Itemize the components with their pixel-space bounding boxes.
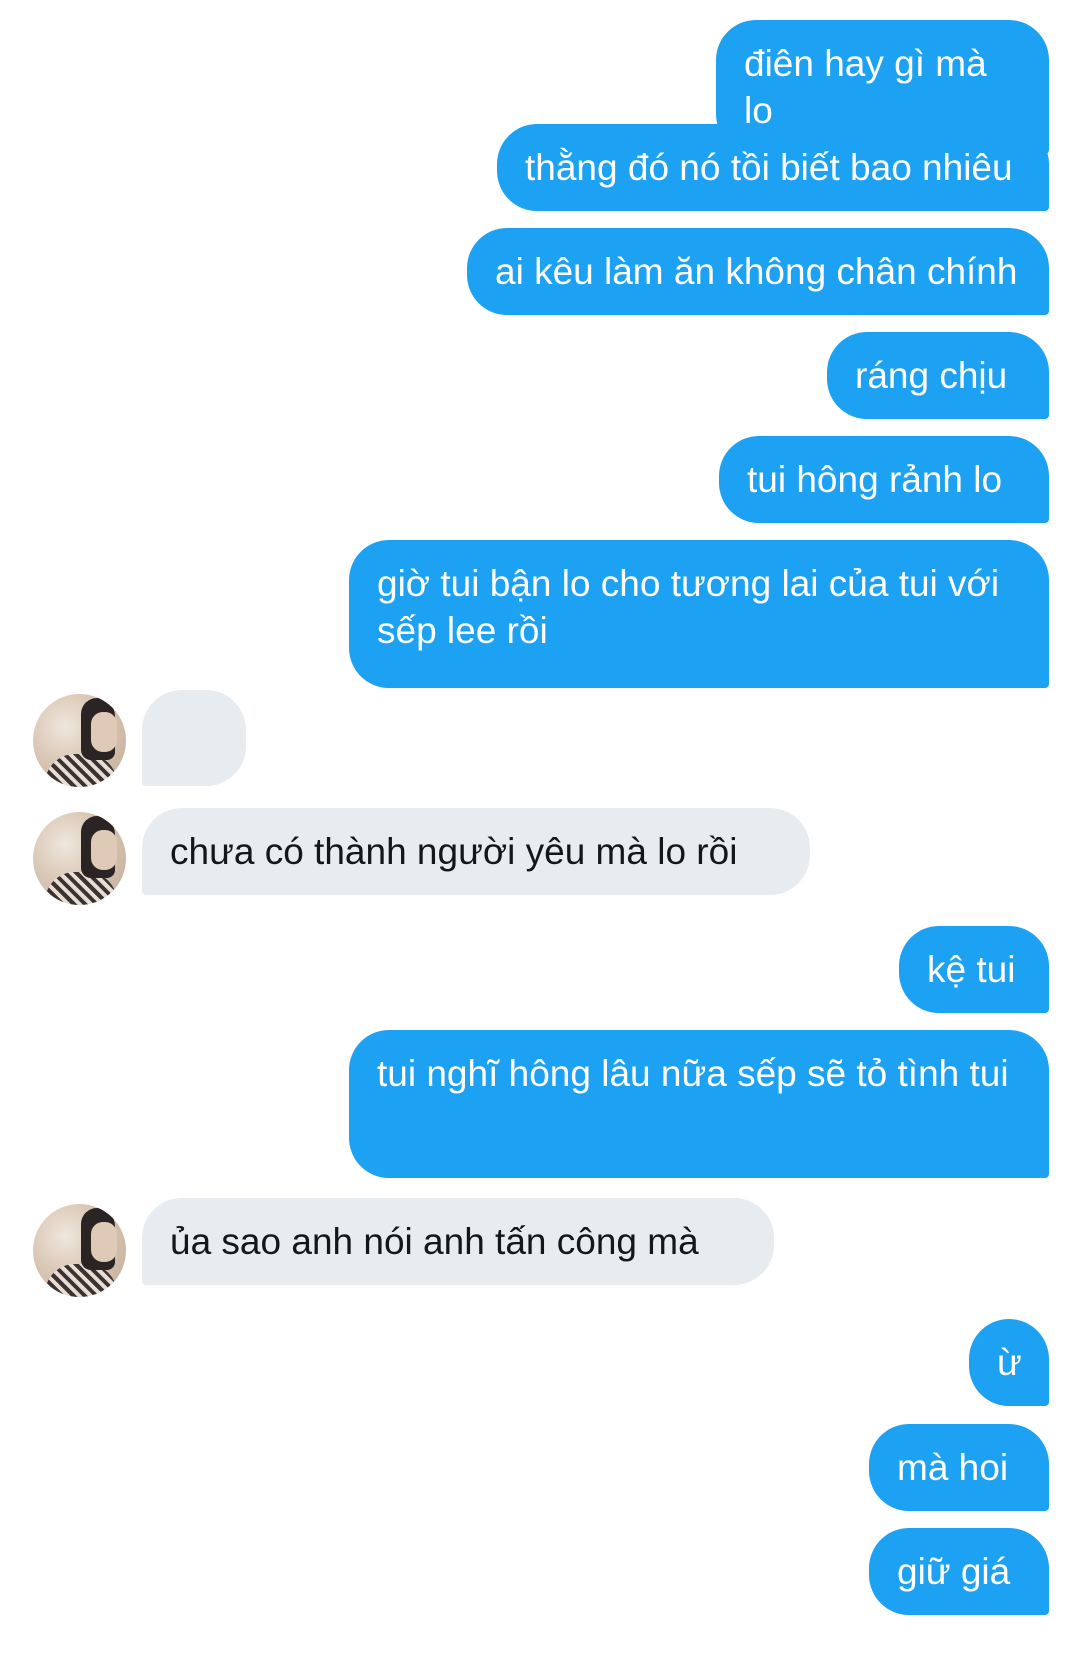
avatar-face <box>91 712 117 752</box>
outgoing-message[interactable]: mà hoi <box>869 1424 1049 1511</box>
outgoing-message[interactable]: kệ tui <box>899 926 1049 1013</box>
contact-avatar[interactable] <box>33 1204 126 1297</box>
contact-avatar[interactable] <box>33 694 126 787</box>
outgoing-message[interactable]: ai kêu làm ăn không chân chính <box>467 228 1049 315</box>
avatar-face <box>91 1222 117 1262</box>
outgoing-message[interactable]: giữ giá <box>869 1528 1049 1615</box>
incoming-message[interactable] <box>142 690 246 861</box>
outgoing-message[interactable]: giờ tui bận lo cho tương lai của tui với… <box>349 540 1049 688</box>
outgoing-message[interactable]: thằng đó nó tồi biết bao nhiêu <box>497 124 1049 211</box>
outgoing-message[interactable]: tui hông rảnh lo <box>719 436 1049 523</box>
outgoing-message[interactable]: ráng chịu <box>827 332 1049 419</box>
contact-avatar[interactable] <box>33 812 126 905</box>
outgoing-message[interactable]: tui nghĩ hông lâu nữa sếp sẽ tỏ tình tui <box>349 1030 1049 1178</box>
outgoing-message[interactable]: ừ <box>969 1319 1049 1406</box>
avatar-face <box>91 830 117 870</box>
incoming-message[interactable]: ủa sao anh nói anh tấn công mà <box>142 1198 774 1285</box>
message-thread: điên hay gì mà lo thằng đó nó tồi biết b… <box>0 0 1080 1679</box>
incoming-message[interactable]: chưa có thành người yêu mà lo rồi <box>142 808 810 895</box>
